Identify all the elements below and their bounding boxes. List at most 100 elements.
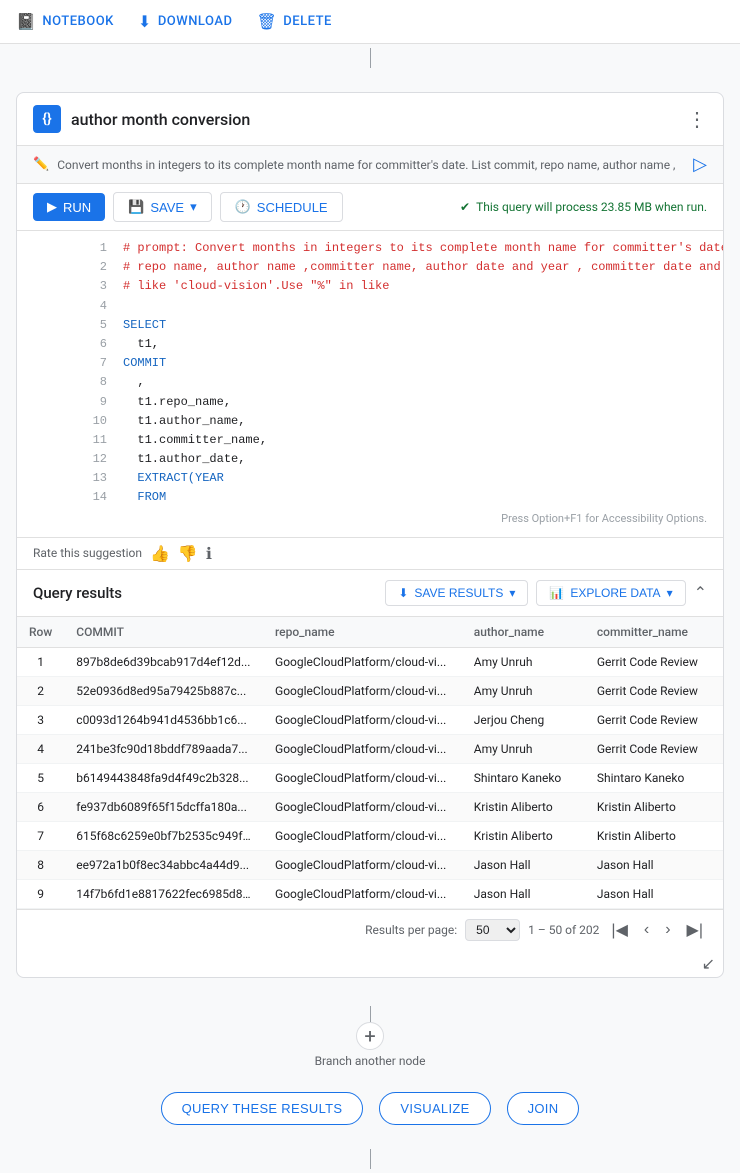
cell-row-num: 9 bbox=[17, 879, 64, 908]
first-page-button[interactable]: |◀ bbox=[607, 918, 631, 942]
cell-repo: GoogleCloudPlatform/cloud-vi... bbox=[263, 792, 462, 821]
col-header-author: author_name bbox=[462, 617, 585, 648]
card-header: {} author month conversion ⋮ bbox=[17, 93, 723, 146]
prev-page-button[interactable]: ‹ bbox=[640, 919, 653, 941]
rating-bar: Rate this suggestion 👍 👎 ℹ bbox=[17, 538, 723, 570]
cell-author: Shintaro Kaneko bbox=[462, 763, 585, 792]
cell-committer: Jason Hall bbox=[585, 879, 723, 908]
cell-row-num: 8 bbox=[17, 850, 64, 879]
visualize-button[interactable]: VISUALIZE bbox=[379, 1092, 490, 1125]
card-icon-symbol: {} bbox=[42, 111, 51, 127]
expand-icon[interactable]: ↙ bbox=[17, 950, 723, 977]
table-row: 5 b6149443848fa9d4f49c2b328... GoogleClo… bbox=[17, 763, 723, 792]
table-header-row: Row COMMIT repo_name author_name committ… bbox=[17, 617, 723, 648]
card-menu-icon[interactable]: ⋮ bbox=[687, 107, 707, 131]
info-icon[interactable]: ℹ bbox=[206, 544, 212, 563]
collapse-icon[interactable]: ⌃ bbox=[694, 583, 707, 602]
cell-repo: GoogleCloudPlatform/cloud-vi... bbox=[263, 850, 462, 879]
explore-icon: 📊 bbox=[549, 586, 564, 600]
explore-data-button[interactable]: 📊 EXPLORE DATA ▾ bbox=[536, 580, 685, 606]
table-header: Row COMMIT repo_name author_name committ… bbox=[17, 617, 723, 648]
query-these-results-button[interactable]: QUERY THESE RESULTS bbox=[161, 1092, 364, 1125]
table-row: 7 615f68c6259e0bf7b2535c949f... GoogleCl… bbox=[17, 821, 723, 850]
cell-author: Kristin Aliberto bbox=[462, 821, 585, 850]
code-line-11: 11 t1.committer_name, bbox=[77, 431, 707, 450]
col-header-repo: repo_name bbox=[263, 617, 462, 648]
table-row: 4 241be3fc90d18bddf789aada7... GoogleClo… bbox=[17, 734, 723, 763]
delete-button[interactable]: 🗑 DELETE bbox=[256, 12, 331, 31]
code-line-2: 2 # repo name, author name ,committer na… bbox=[77, 258, 707, 277]
cell-row-num: 1 bbox=[17, 647, 64, 676]
run-button[interactable]: ▶ RUN bbox=[33, 193, 105, 221]
cell-author: Amy Unruh bbox=[462, 734, 585, 763]
cell-row-num: 4 bbox=[17, 734, 64, 763]
join-button[interactable]: JOIN bbox=[507, 1092, 580, 1125]
cell-author: Kristin Aliberto bbox=[462, 792, 585, 821]
save-button[interactable]: 💾 SAVE ▾ bbox=[113, 192, 211, 222]
cell-commit: 897b8de6d39bcab917d4ef12d... bbox=[64, 647, 263, 676]
pagination-bar: Results per page: 50 25 100 1 – 50 of 20… bbox=[17, 909, 723, 950]
save-results-button[interactable]: ⬇ SAVE RESULTS ▾ bbox=[385, 580, 528, 606]
add-node-icon: + bbox=[364, 1024, 375, 1048]
table-row: 9 14f7b6fd1e8817622fec6985d8... GoogleCl… bbox=[17, 879, 723, 908]
cell-committer: Kristin Aliberto bbox=[585, 792, 723, 821]
cell-repo: GoogleCloudPlatform/cloud-vi... bbox=[263, 763, 462, 792]
code-line-12: 12 t1.author_date, bbox=[77, 450, 707, 469]
per-page-label: Results per page: bbox=[365, 923, 457, 937]
cell-committer: Gerrit Code Review bbox=[585, 705, 723, 734]
code-line-1: 1 # prompt: Convert months in integers t… bbox=[77, 239, 707, 258]
cell-repo: GoogleCloudPlatform/cloud-vi... bbox=[263, 676, 462, 705]
cell-commit: fe937db6089f65f15dcffa180a... bbox=[64, 792, 263, 821]
cell-committer: Kristin Aliberto bbox=[585, 821, 723, 850]
cell-repo: GoogleCloudPlatform/cloud-vi... bbox=[263, 705, 462, 734]
cell-committer: Jason Hall bbox=[585, 850, 723, 879]
run-arrow-icon[interactable]: ▷ bbox=[693, 154, 707, 175]
edit-icon[interactable]: ✏️ bbox=[33, 157, 49, 172]
bottom-actions: QUERY THESE RESULTS VISUALIZE JOIN bbox=[0, 1084, 740, 1145]
card-title-area: {} author month conversion bbox=[33, 105, 250, 133]
code-line-14: 14 FROM bbox=[77, 488, 707, 507]
code-line-9: 9 t1.repo_name, bbox=[77, 393, 707, 412]
branch-label: Branch another node bbox=[315, 1054, 426, 1068]
notebook-button[interactable]: 📓 NOTEBOOK bbox=[16, 12, 114, 31]
cell-commit: 615f68c6259e0bf7b2535c949f... bbox=[64, 821, 263, 850]
col-header-committer: committer_name bbox=[585, 617, 723, 648]
table-row: 3 c0093d1264b941d4536bb1c6... GoogleClou… bbox=[17, 705, 723, 734]
cell-committer: Gerrit Code Review bbox=[585, 734, 723, 763]
last-page-button[interactable]: ▶| bbox=[683, 918, 707, 942]
results-actions: ⬇ SAVE RESULTS ▾ 📊 EXPLORE DATA ▾ ⌃ bbox=[385, 580, 707, 606]
delete-icon: 🗑 bbox=[256, 12, 277, 31]
cell-row-num: 5 bbox=[17, 763, 64, 792]
results-tbody: 1 897b8de6d39bcab917d4ef12d... GoogleClo… bbox=[17, 647, 723, 908]
table-row: 1 897b8de6d39bcab917d4ef12d... GoogleClo… bbox=[17, 647, 723, 676]
thumbs-down-icon[interactable]: 👎 bbox=[178, 544, 198, 563]
code-line-3: 3 # like 'cloud-vision'.Use "%" in like bbox=[77, 277, 707, 296]
next-page-button[interactable]: › bbox=[661, 919, 674, 941]
top-connector bbox=[0, 44, 740, 72]
card-icon: {} bbox=[33, 105, 61, 133]
cell-committer: Gerrit Code Review bbox=[585, 676, 723, 705]
check-icon: ✔ bbox=[460, 200, 470, 214]
add-node-button[interactable]: + bbox=[356, 1022, 384, 1050]
code-editor[interactable]: 1 # prompt: Convert months in integers t… bbox=[17, 231, 723, 538]
code-line-8: 8 , bbox=[77, 373, 707, 392]
per-page-select[interactable]: 50 25 100 bbox=[465, 919, 520, 941]
cell-author: Jason Hall bbox=[462, 879, 585, 908]
cell-row-num: 3 bbox=[17, 705, 64, 734]
cell-repo: GoogleCloudPlatform/cloud-vi... bbox=[263, 879, 462, 908]
col-header-row: Row bbox=[17, 617, 64, 648]
thumbs-up-icon[interactable]: 👍 bbox=[150, 544, 170, 563]
cell-author: Amy Unruh bbox=[462, 676, 585, 705]
table-row: 8 ee972a1b0f8ec34abbc4a44d9... GoogleClo… bbox=[17, 850, 723, 879]
cell-author: Amy Unruh bbox=[462, 647, 585, 676]
page-range: 1 – 50 of 202 bbox=[528, 923, 599, 937]
download-button[interactable]: ⬇ DOWNLOAD bbox=[138, 12, 233, 31]
schedule-button[interactable]: 🕐 SCHEDULE bbox=[220, 192, 343, 222]
schedule-icon: 🕐 bbox=[235, 199, 251, 215]
cell-row-num: 7 bbox=[17, 821, 64, 850]
cell-committer: Gerrit Code Review bbox=[585, 647, 723, 676]
cell-commit: ee972a1b0f8ec34abbc4a44d9... bbox=[64, 850, 263, 879]
cell-author: Jerjou Cheng bbox=[462, 705, 585, 734]
cell-author: Jason Hall bbox=[462, 850, 585, 879]
col-header-commit: COMMIT bbox=[64, 617, 263, 648]
